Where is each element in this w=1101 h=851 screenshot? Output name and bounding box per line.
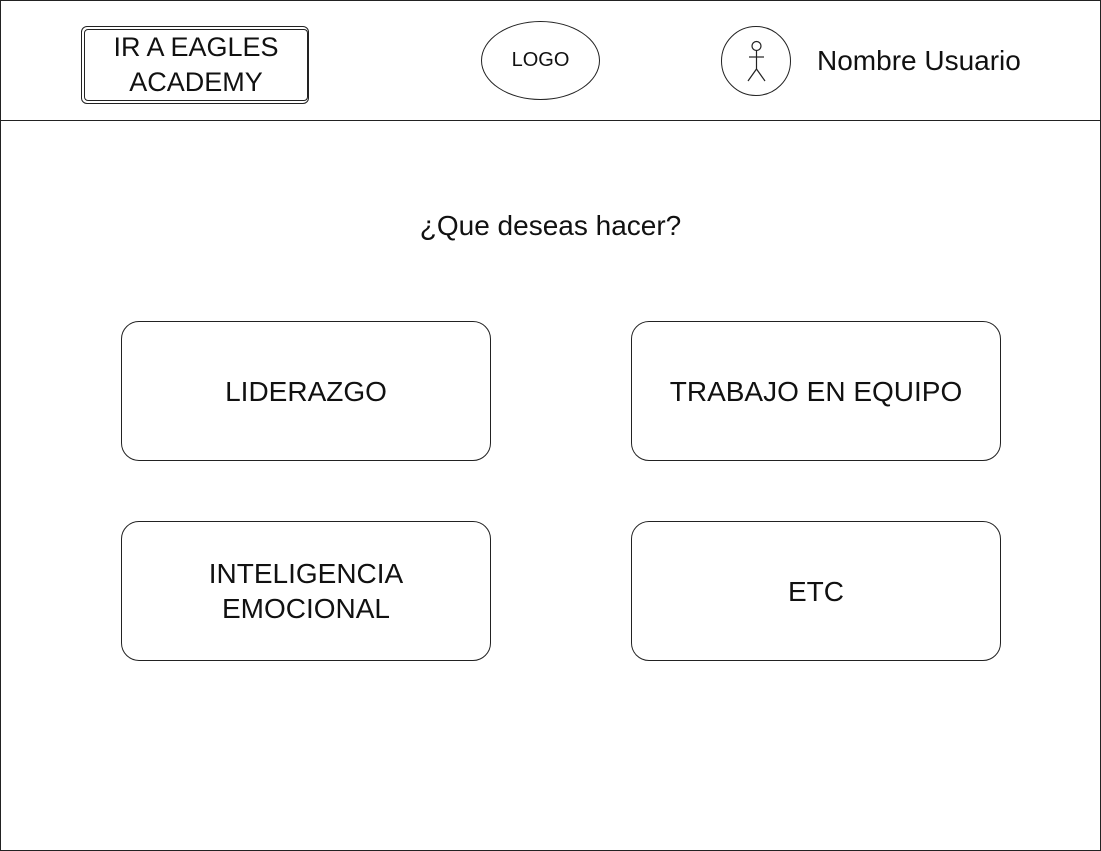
header: IR A EAGLES ACADEMY LOGO Nombre Usuario (1, 1, 1100, 121)
option-liderazgo-button[interactable]: LIDERAZGO (121, 321, 491, 461)
page-frame: IR A EAGLES ACADEMY LOGO Nombre Usuario … (0, 0, 1101, 851)
page-question: ¿Que deseas hacer? (419, 210, 682, 241)
logo: LOGO (481, 21, 600, 100)
option-trabajo-en-equipo-button[interactable]: TRABAJO EN EQUIPO (631, 321, 1001, 461)
option-etc-button[interactable]: ETC (631, 521, 1001, 661)
user-stick-figure-icon (747, 40, 766, 82)
go-to-eagles-academy-label: IR A EAGLES ACADEMY (84, 29, 308, 101)
user-avatar[interactable] (721, 26, 791, 96)
logo-text: LOGO (511, 49, 570, 71)
option-inteligencia-emocional-button[interactable]: INTELIGENCIA EMOCIONAL (121, 521, 491, 661)
username-label[interactable]: Nombre Usuario (817, 44, 1021, 78)
go-to-eagles-academy-button[interactable]: IR A EAGLES ACADEMY (81, 26, 309, 104)
